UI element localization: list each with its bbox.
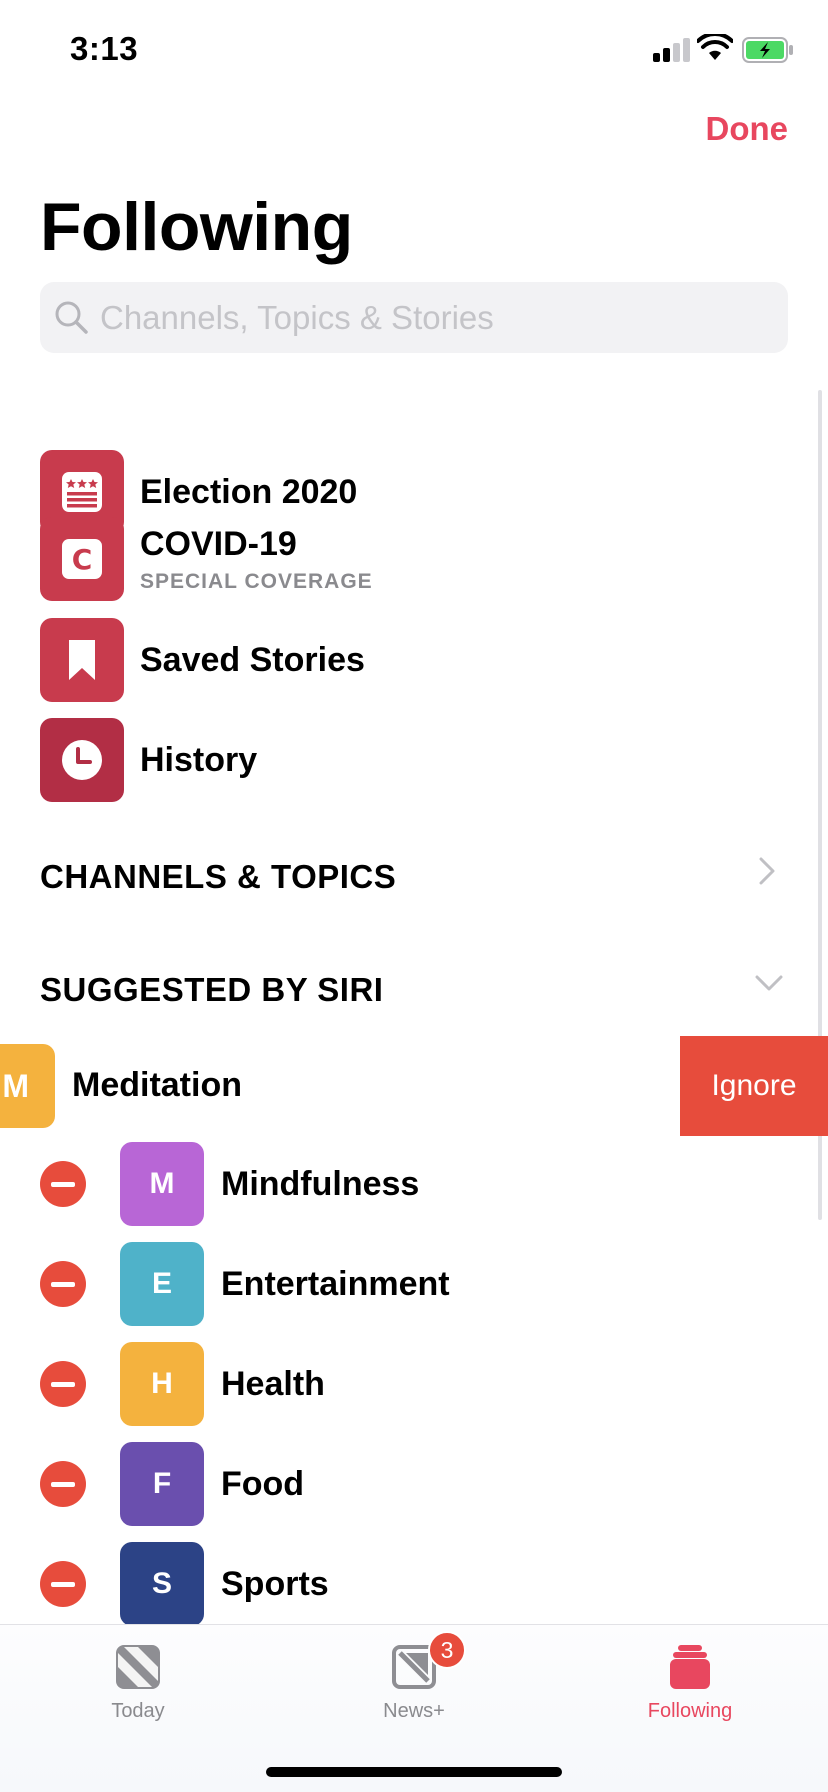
topic-tile: E bbox=[120, 1242, 204, 1326]
remove-icon[interactable] bbox=[40, 1161, 86, 1207]
tab-news-plus[interactable]: 3 News+ bbox=[276, 1625, 552, 1735]
remove-icon[interactable] bbox=[40, 1261, 86, 1307]
search-bar[interactable] bbox=[40, 282, 788, 353]
search-icon bbox=[55, 301, 88, 334]
fixed-item-covid-19[interactable]: C COVID-19 SPECIAL COVERAGE bbox=[40, 517, 373, 601]
list-item[interactable]: M Mindfulness bbox=[40, 1142, 788, 1226]
home-indicator[interactable] bbox=[266, 1767, 562, 1777]
topic-tile: H bbox=[120, 1342, 204, 1426]
remove-icon[interactable] bbox=[40, 1461, 86, 1507]
topic-label: Health bbox=[221, 1364, 325, 1403]
section-suggested-by-siri[interactable]: SUGGESTED BY SIRI bbox=[40, 971, 383, 1009]
tab-label: Today bbox=[111, 1700, 165, 1722]
notification-badge: 3 bbox=[428, 1631, 466, 1669]
fixed-item-sublabel: SPECIAL COVERAGE bbox=[140, 569, 373, 593]
section-channels-topics[interactable]: CHANNELS & TOPICS bbox=[40, 858, 396, 896]
chevron-right-icon[interactable] bbox=[758, 856, 776, 886]
topic-label: Entertainment bbox=[221, 1264, 450, 1303]
tab-label: Following bbox=[647, 1700, 733, 1722]
bookmark-icon bbox=[40, 618, 124, 702]
topic-tile: F bbox=[120, 1442, 204, 1526]
cellular-signal-icon bbox=[653, 38, 690, 62]
tab-following[interactable]: Following bbox=[552, 1625, 828, 1735]
fixed-item-label: History bbox=[140, 740, 258, 779]
topic-label: Sports bbox=[221, 1564, 329, 1603]
remove-icon[interactable] bbox=[40, 1561, 86, 1607]
topic-label: Food bbox=[221, 1464, 305, 1503]
topic-tile: M bbox=[120, 1142, 204, 1226]
fixed-item-saved-stories[interactable]: Saved Stories bbox=[40, 618, 365, 702]
list-item[interactable]: H Health bbox=[40, 1342, 788, 1426]
topic-tile: S bbox=[120, 1542, 204, 1626]
topic-label: Mindfulness bbox=[221, 1164, 420, 1203]
battery-charging-icon bbox=[742, 37, 793, 63]
done-button[interactable]: Done bbox=[706, 110, 789, 148]
topic-tile-meditation: M bbox=[0, 1044, 55, 1128]
status-bar: 3:13 bbox=[0, 0, 828, 100]
ignore-button[interactable]: Ignore bbox=[680, 1036, 828, 1136]
page-title: Following bbox=[40, 189, 353, 265]
topic-label: Meditation bbox=[72, 1066, 242, 1104]
list-item[interactable]: F Food bbox=[40, 1442, 788, 1526]
fixed-item-label: COVID-19 bbox=[140, 524, 297, 563]
fixed-item-label: Election 2020 bbox=[140, 472, 358, 511]
tab-today[interactable]: Today bbox=[0, 1625, 276, 1735]
following-stack-icon bbox=[670, 1645, 710, 1689]
remove-icon[interactable] bbox=[40, 1361, 86, 1407]
fixed-item-history[interactable]: History bbox=[40, 718, 257, 802]
fixed-item-label: Saved Stories bbox=[140, 640, 365, 679]
chevron-down-icon[interactable] bbox=[754, 974, 784, 992]
svg-text:C: C bbox=[72, 543, 93, 576]
clock-icon bbox=[40, 718, 124, 802]
search-input[interactable] bbox=[100, 282, 770, 353]
news-logo-icon bbox=[116, 1645, 160, 1689]
status-time: 3:13 bbox=[70, 30, 139, 67]
list-item[interactable]: E Entertainment bbox=[40, 1242, 788, 1326]
list-item[interactable]: S Sports bbox=[40, 1542, 788, 1626]
tab-label: News+ bbox=[383, 1700, 445, 1722]
wifi-icon bbox=[697, 34, 733, 60]
suggested-item-meditation[interactable]: M Meditation Ignore bbox=[0, 1036, 828, 1136]
covid-c-icon: C bbox=[40, 517, 124, 601]
